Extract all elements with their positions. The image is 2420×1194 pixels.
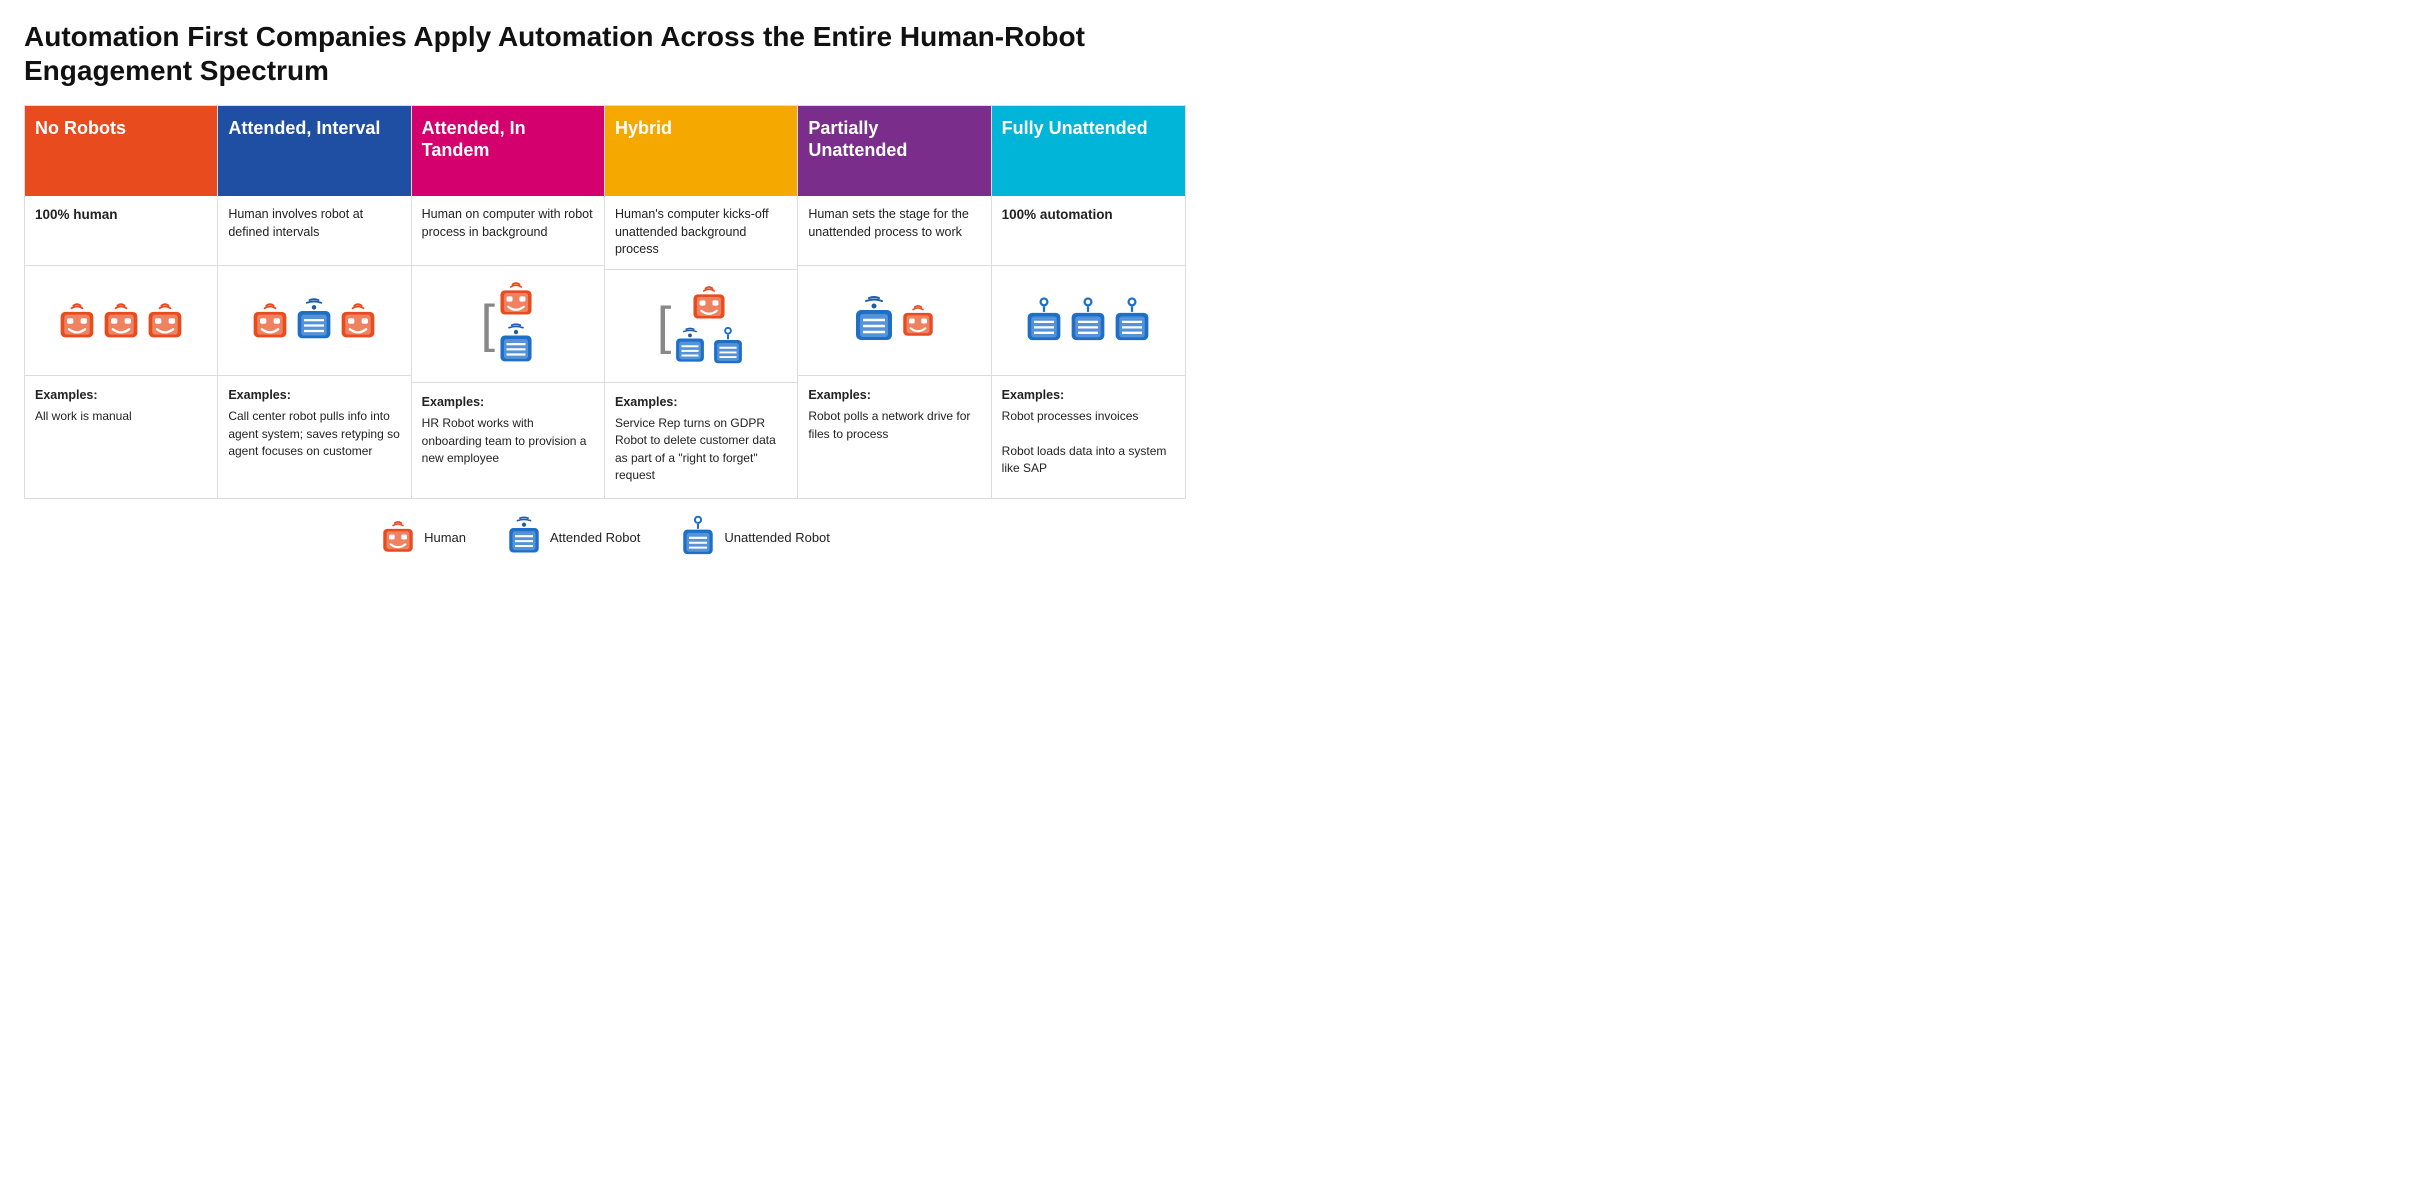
header-no-robots: No Robots (25, 106, 217, 196)
unattended-icon-hybrid (711, 326, 745, 368)
attended-icon-ai1 (294, 297, 334, 345)
human-icon-hybrid (690, 284, 728, 322)
examples-text-fu1: Robot processes invoices (1002, 408, 1175, 425)
header-label-fully-unattended: Fully Unattended (1002, 118, 1148, 140)
legend-unattended-label: Unattended Robot (724, 530, 830, 545)
legend-human-label: Human (424, 530, 466, 545)
legend-attended-icon (506, 515, 542, 559)
header-partially-unattended: Partially Unattended (798, 106, 990, 196)
examples-label-ai: Examples: (228, 386, 400, 404)
unattended-icon-fu3 (1112, 297, 1152, 345)
examples-label-h: Examples: (615, 393, 787, 411)
page-title: Automation First Companies Apply Automat… (24, 20, 1186, 87)
attended-icon-pu1 (852, 295, 896, 347)
col-attended-tandem: Attended, In Tandem Human on computer wi… (412, 106, 605, 498)
attended-icon-hybrid (673, 326, 707, 368)
examples-text-pu: Robot polls a network drive for files to… (808, 409, 970, 440)
human-icon-ai2 (338, 301, 378, 341)
legend-attended-label: Attended Robot (550, 530, 640, 545)
header-fully-unattended: Fully Unattended (992, 106, 1185, 196)
header-label-hybrid: Hybrid (615, 118, 672, 140)
examples-fully-unattended: Examples: Robot processes invoices Robot… (992, 376, 1185, 498)
human-icon-ai1 (250, 301, 290, 341)
col-fully-unattended: Fully Unattended 100% automation (992, 106, 1185, 498)
examples-text-ai: Call center robot pulls info into agent … (228, 409, 399, 458)
icons-fully-unattended (992, 266, 1185, 376)
header-hybrid: Hybrid (605, 106, 797, 196)
examples-label-pu: Examples: (808, 386, 980, 404)
col-no-robots: No Robots 100% human (25, 106, 218, 498)
examples-text-no-robots: All work is manual (35, 409, 132, 423)
examples-attended-interval: Examples: Call center robot pulls info i… (218, 376, 410, 498)
examples-hybrid: Examples: Service Rep turns on GDPR Robo… (605, 383, 797, 499)
icons-partially-unattended (798, 266, 990, 376)
icons-attended-tandem: [ (412, 266, 604, 383)
main-grid: No Robots 100% human (24, 105, 1186, 499)
legend-human-icon (380, 519, 416, 555)
legend-unattended: Unattended Robot (680, 515, 830, 559)
icons-no-robots (25, 266, 217, 376)
unattended-icon-fu2 (1068, 297, 1108, 345)
header-label-no-robots: No Robots (35, 118, 126, 140)
open-bracket-tandem: [ (481, 298, 495, 350)
header-attended-interval: Attended, Interval (218, 106, 410, 196)
legend: Human Attended Robot Unattended Robot (24, 515, 1186, 559)
examples-text-fu2: Robot loads data into a system like SAP (1002, 443, 1175, 478)
col-partially-unattended: Partially Unattended Human sets the stag… (798, 106, 991, 498)
icons-hybrid: [ (605, 270, 797, 383)
header-attended-tandem: Attended, In Tandem (412, 106, 604, 196)
header-label-attended-interval: Attended, Interval (228, 118, 380, 140)
desc-hybrid: Human's computer kicks-off unattended ba… (605, 196, 797, 270)
hybrid-bracket-group: [ (657, 284, 745, 368)
legend-human: Human (380, 519, 466, 555)
desc-attended-tandem: Human on computer with robot process in … (412, 196, 604, 266)
col-hybrid: Hybrid Human's computer kicks-off unatte… (605, 106, 798, 498)
desc-fully-unattended: 100% automation (992, 196, 1185, 266)
human-icon-tandem (497, 280, 535, 318)
examples-no-robots: Examples: All work is manual (25, 376, 217, 498)
tandem-bracket-group: [ (481, 280, 535, 368)
human-icon-pu (900, 303, 936, 339)
examples-text-at: HR Robot works with onboarding team to p… (422, 416, 587, 465)
human-icon-1 (57, 301, 97, 341)
human-icon-2 (101, 301, 141, 341)
icons-attended-interval (218, 266, 410, 376)
examples-partially-unattended: Examples: Robot polls a network drive fo… (798, 376, 990, 498)
examples-label-no-robots: Examples: (35, 386, 207, 404)
examples-attended-tandem: Examples: HR Robot works with onboarding… (412, 383, 604, 498)
header-label-attended-tandem: Attended, In Tandem (422, 118, 594, 161)
attended-icon-tandem (497, 322, 535, 368)
legend-attended: Attended Robot (506, 515, 640, 559)
examples-label-at: Examples: (422, 393, 594, 411)
col-attended-interval: Attended, Interval Human involves robot … (218, 106, 411, 498)
unattended-icon-fu1 (1024, 297, 1064, 345)
desc-no-robots: 100% human (25, 196, 217, 266)
examples-label-fu: Examples: (1002, 386, 1175, 404)
legend-unattended-icon (680, 515, 716, 559)
desc-partially-unattended: Human sets the stage for the unattended … (798, 196, 990, 266)
desc-attended-interval: Human involves robot at defined interval… (218, 196, 410, 266)
human-icon-3 (145, 301, 185, 341)
header-label-partially-unattended: Partially Unattended (808, 118, 980, 161)
open-bracket-hybrid: [ (657, 300, 671, 352)
examples-text-h: Service Rep turns on GDPR Robot to delet… (615, 416, 776, 482)
